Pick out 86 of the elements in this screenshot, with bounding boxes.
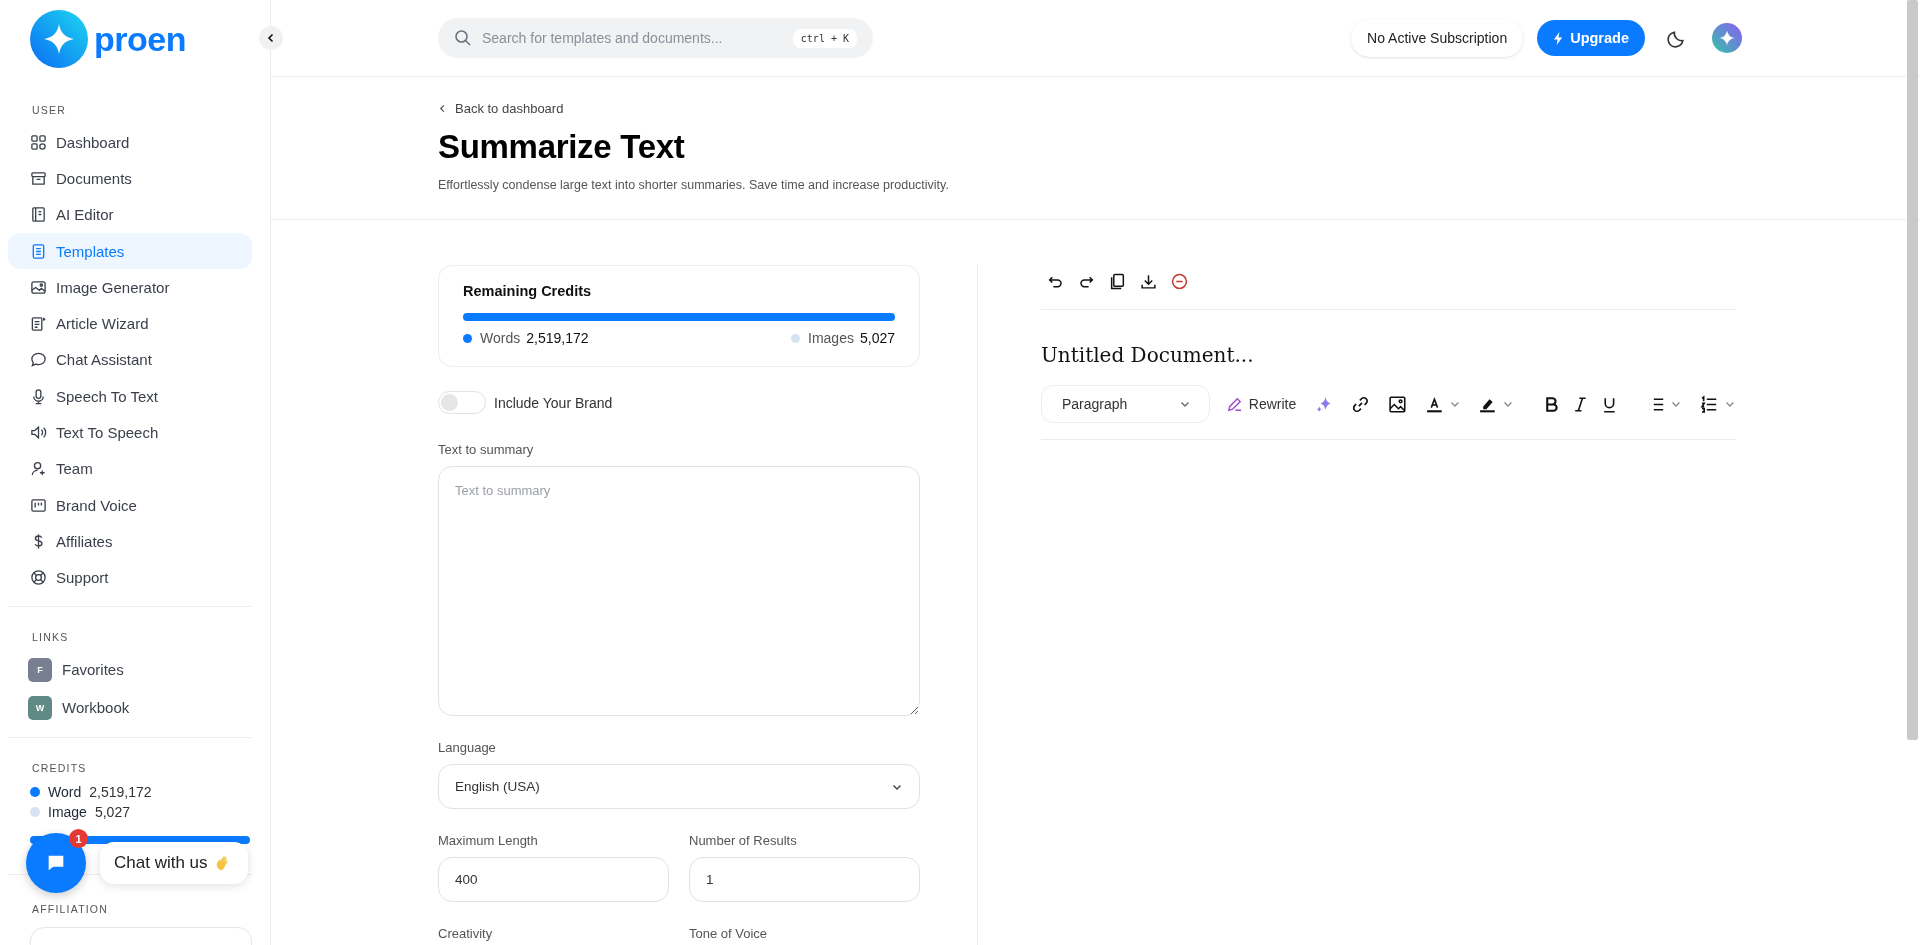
nav-item[interactable]: Templates bbox=[8, 232, 252, 270]
field-label: Tone of Voice bbox=[689, 926, 769, 941]
logo-icon bbox=[30, 10, 88, 68]
nav-item[interactable]: Support bbox=[8, 559, 252, 596]
chat-label: Chat with us bbox=[114, 853, 208, 873]
max-length-input[interactable]: 400 bbox=[438, 857, 669, 902]
chevron-left-icon bbox=[438, 104, 447, 113]
text-area[interactable]: Text to summary bbox=[438, 466, 920, 716]
field-label: Language bbox=[438, 740, 497, 755]
results-input[interactable]: 1 bbox=[689, 857, 920, 902]
field-label: Creativity bbox=[438, 926, 494, 941]
field-label: Text to summary bbox=[438, 442, 535, 457]
logo-text: proen bbox=[94, 19, 186, 59]
nav-item[interactable]: Brand Voice bbox=[8, 486, 252, 524]
back-link[interactable]: Back to dashboard bbox=[438, 101, 564, 116]
book-icon bbox=[30, 206, 47, 224]
search-input[interactable]: Search for templates and documents... bbox=[480, 29, 785, 47]
scrollbar[interactable] bbox=[1907, 0, 1918, 740]
search-field[interactable]: Search for templates and documents... ctrl + K bbox=[438, 18, 873, 58]
nav-item[interactable]: Article Wizard bbox=[8, 305, 252, 342]
brand-toggle[interactable] bbox=[438, 391, 486, 414]
nav-item[interactable]: Documents bbox=[8, 160, 252, 197]
legend-label: Images bbox=[808, 330, 854, 346]
avatar-icon[interactable] bbox=[1712, 23, 1742, 53]
image-icon bbox=[30, 278, 47, 296]
image-icon[interactable] bbox=[1387, 394, 1407, 414]
document-icon bbox=[30, 242, 47, 260]
field-label: Maximum Length bbox=[438, 833, 539, 848]
download-icon[interactable] bbox=[1140, 272, 1157, 290]
link-label: Workbook bbox=[62, 699, 130, 717]
nav-item[interactable]: AI Editor bbox=[8, 196, 252, 233]
chat-icon bbox=[30, 351, 47, 369]
keyboard-shortcut: ctrl + K bbox=[792, 28, 857, 48]
rewrite-button[interactable]: Rewrite bbox=[1225, 395, 1297, 413]
toggle-label: Include Your Brand bbox=[494, 394, 613, 411]
section-title: AFFILIATION bbox=[31, 902, 109, 915]
pencil-icon bbox=[1225, 395, 1243, 413]
subscription-button[interactable]: No Active Subscription bbox=[1351, 19, 1524, 57]
copy-icon[interactable] bbox=[1109, 272, 1126, 290]
format-select[interactable]: Paragraph bbox=[1041, 385, 1210, 423]
nav-item[interactable]: Team bbox=[8, 450, 252, 487]
nav-item[interactable]: Chat Assistant bbox=[8, 341, 252, 379]
collapse-button[interactable] bbox=[259, 26, 283, 50]
link-item[interactable]: W Workbook bbox=[8, 688, 130, 727]
page-subtitle: Effortlessly condense large text into shorter summaries. Save time and increase productivity. bbox=[438, 178, 950, 192]
upgrade-button[interactable]: Upgrade bbox=[1537, 20, 1645, 56]
moon-icon[interactable] bbox=[1667, 28, 1686, 48]
board-icon bbox=[30, 496, 47, 514]
grid-icon bbox=[30, 133, 47, 151]
credit-value: 5,027 bbox=[94, 803, 130, 820]
nav-item[interactable]: Image Generator bbox=[8, 269, 252, 306]
speaker-icon bbox=[30, 424, 47, 441]
chat-bubble[interactable]: Chat with us bbox=[100, 842, 248, 884]
nav-item[interactable]: Speech To Text bbox=[8, 378, 252, 415]
legend-value: 2,519,172 bbox=[526, 330, 589, 346]
link-icon[interactable] bbox=[1351, 394, 1370, 414]
document-title[interactable]: Untitled Document... bbox=[1041, 343, 1254, 367]
microphone-icon bbox=[30, 387, 47, 405]
credit-label: Word bbox=[48, 783, 82, 800]
lifebuoy-icon bbox=[30, 569, 47, 587]
language-select[interactable]: English (USA) bbox=[438, 764, 920, 809]
card-title: Remaining Credits bbox=[463, 283, 593, 299]
credit-value: 2,519,172 bbox=[89, 783, 152, 800]
page-title: Summarize Text bbox=[438, 128, 686, 166]
nav-item[interactable]: Text To Speech bbox=[8, 414, 252, 451]
link-label: Favorites bbox=[62, 661, 124, 679]
field-label: Number of Results bbox=[689, 833, 798, 848]
section-title: CREDITS bbox=[31, 761, 88, 774]
link-item[interactable]: F Favorites bbox=[8, 650, 124, 689]
chat-button[interactable] bbox=[26, 833, 86, 893]
notification-badge: 1 bbox=[69, 829, 88, 848]
text-color-icon[interactable] bbox=[1424, 394, 1444, 414]
user-plus-icon bbox=[30, 460, 47, 478]
remove-icon[interactable] bbox=[1171, 272, 1188, 290]
legend-label: Words bbox=[480, 330, 521, 346]
archive-icon bbox=[30, 169, 47, 187]
credit-label: Image bbox=[48, 803, 87, 820]
nav-item[interactable]: Affiliates bbox=[8, 523, 252, 560]
letter-avatar: W bbox=[28, 695, 52, 720]
section-title: LINKS bbox=[31, 630, 70, 643]
article-icon bbox=[30, 315, 47, 333]
search-icon bbox=[454, 29, 472, 47]
letter-avatar: F bbox=[28, 657, 52, 682]
section-title: USER bbox=[31, 104, 67, 116]
nav-item[interactable]: Dashboard bbox=[8, 124, 252, 161]
legend-value: 5,027 bbox=[859, 330, 895, 346]
